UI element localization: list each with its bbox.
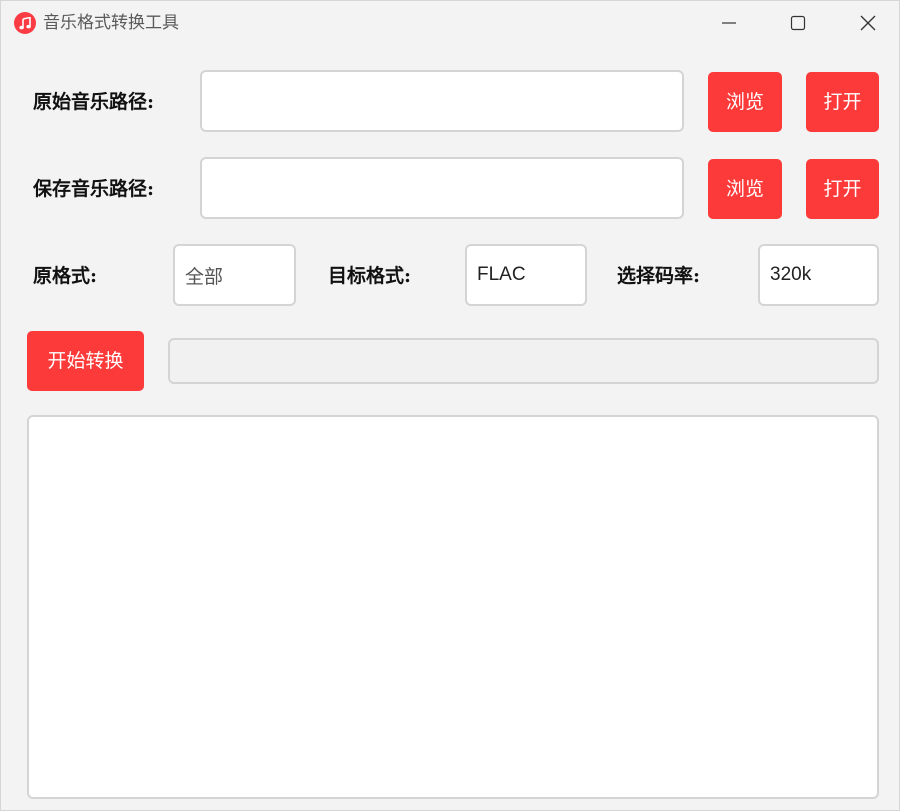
maximize-icon xyxy=(790,15,806,31)
source-path-label: 原始音乐路径: xyxy=(33,91,155,113)
minimize-icon xyxy=(722,22,736,24)
start-convert-button[interactable]: 开始转换 xyxy=(27,331,144,391)
music-note-icon xyxy=(14,12,36,34)
close-button[interactable] xyxy=(837,1,899,45)
target-format-label: 目标格式: xyxy=(328,265,412,287)
source-format-input[interactable] xyxy=(173,244,296,306)
source-open-button[interactable]: 打开 xyxy=(806,72,879,132)
save-path-label: 保存音乐路径: xyxy=(33,178,155,200)
source-format-label: 原格式: xyxy=(33,265,98,287)
minimize-button[interactable] xyxy=(698,1,760,45)
title-bar[interactable]: 音乐格式转换工具 xyxy=(1,1,899,45)
save-browse-button[interactable]: 浏览 xyxy=(708,159,782,219)
maximize-button[interactable] xyxy=(767,1,829,45)
conversion-progress-bar xyxy=(168,338,879,384)
app-window: 音乐格式转换工具 原始音乐路径: 浏览 打开 保存音乐路径: 浏览 打开 原格式… xyxy=(0,0,900,811)
close-icon xyxy=(860,15,876,31)
save-open-button[interactable]: 打开 xyxy=(806,159,879,219)
target-format-input[interactable] xyxy=(465,244,587,306)
source-browse-button[interactable]: 浏览 xyxy=(708,72,782,132)
bitrate-input[interactable] xyxy=(758,244,879,306)
save-path-input[interactable] xyxy=(200,157,684,219)
window-title: 音乐格式转换工具 xyxy=(43,13,179,33)
bitrate-label: 选择码率: xyxy=(617,265,701,287)
source-path-input[interactable] xyxy=(200,70,684,132)
log-output-area[interactable] xyxy=(27,415,879,799)
